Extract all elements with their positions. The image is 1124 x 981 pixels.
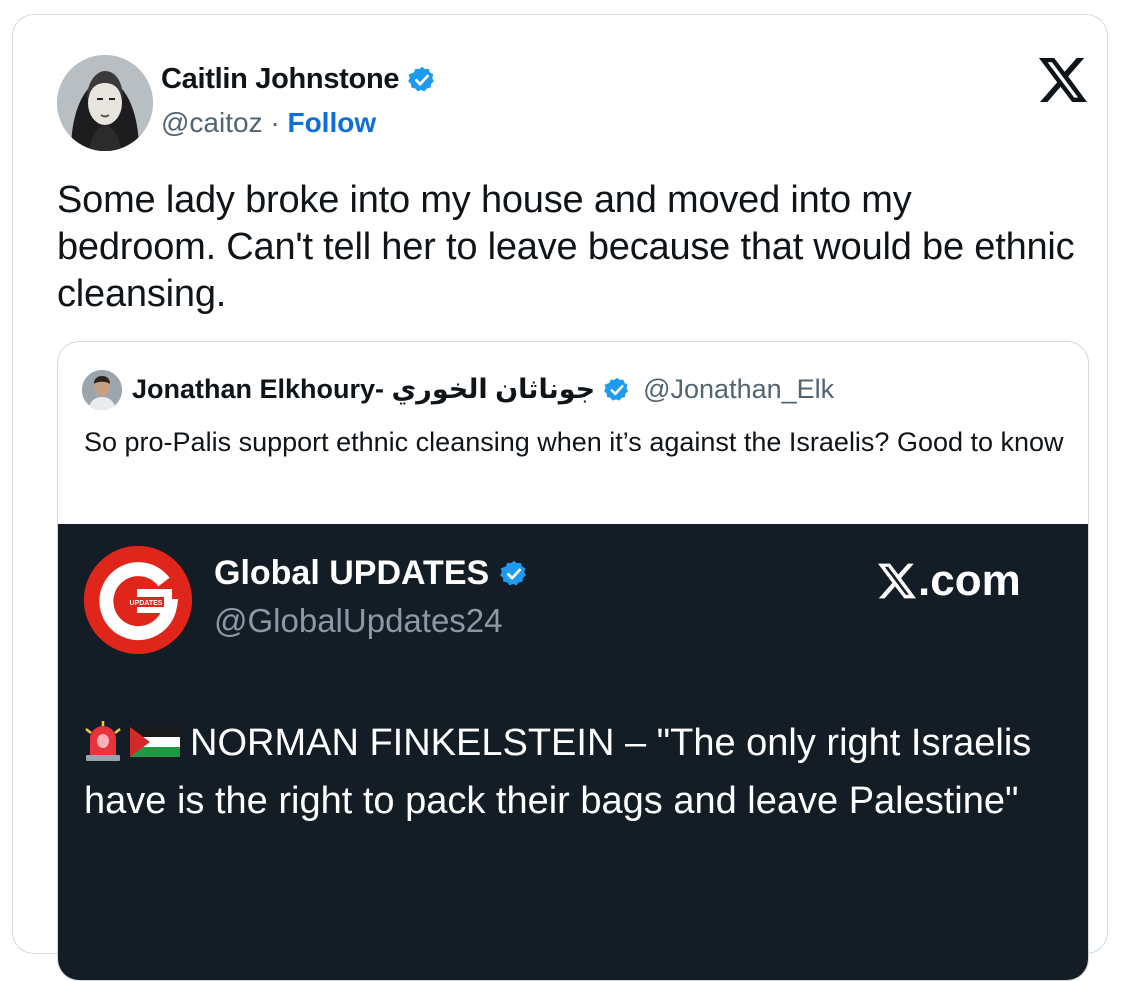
x-logo-icon[interactable] [1039,58,1087,102]
global-updates-logo: UPDATES [84,546,192,654]
quote-author-name[interactable]: Jonathan Elkhoury- جوناثان الخوري [132,374,595,405]
tweet-text: Some lady broke into my house and moved … [57,179,1075,315]
quote-author-handle[interactable]: @Jonathan_Elk [643,374,834,405]
author-subline: @caitoz · Follow [161,107,376,139]
palestine-flag-emoji [130,727,180,757]
x-com-text: .com [918,556,1021,605]
quote-header: Jonathan Elkhoury- جوناثان الخوري @Jonat… [132,374,834,405]
quote-text: So pro-Palis support ethnic cleansing wh… [84,427,1064,457]
author-avatar[interactable] [57,55,153,151]
media-account-name: Global UPDATES [214,554,490,592]
media-text: NORMAN FINKELSTEIN – "The only right Isr… [84,714,1074,830]
verified-badge-icon [500,560,527,585]
media-headline: NORMAN FINKELSTEIN – "The only right Isr… [84,722,1032,822]
author-name-row[interactable]: Caitlin Johnstone [161,63,437,96]
author-handle[interactable]: @caitoz [161,107,263,138]
media-account-handle: @GlobalUpdates24 [214,602,503,639]
verified-badge-icon [604,377,629,401]
svg-text:UPDATES: UPDATES [130,600,163,607]
quote-media-image[interactable]: UPDATES Global UPDATES @GlobalUpdates24 … [58,524,1088,980]
media-account-name-row: Global UPDATES [214,554,529,593]
tweet-card: Caitlin Johnstone @caitoz · Follow Some … [12,14,1108,981]
verified-badge-icon [408,66,435,91]
quote-author-avatar[interactable] [82,370,122,410]
quoted-tweet[interactable]: Jonathan Elkhoury- جوناثان الخوري @Jonat… [57,341,1089,981]
x-com-watermark: .com [878,556,1021,606]
siren-emoji [85,721,121,761]
separator-dot: · [270,107,280,138]
author-name[interactable]: Caitlin Johnstone [161,63,399,96]
follow-button[interactable]: Follow [287,107,376,138]
x-logo-icon [878,563,916,599]
